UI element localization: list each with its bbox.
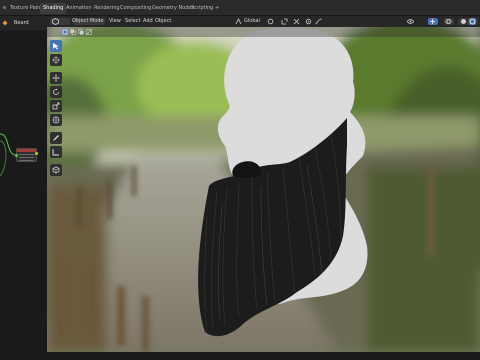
viewport-header: Object Mode View Select Add Object Globa…	[47, 16, 480, 27]
shader-editor-panel: Beard	[0, 16, 47, 360]
node-wire	[0, 133, 17, 177]
pivot-point-icon[interactable]	[267, 18, 274, 25]
node-header	[17, 149, 36, 152]
snap-target-icon[interactable]	[293, 18, 300, 25]
tool-measure[interactable]	[50, 146, 62, 158]
transform-orientation-label[interactable]: Global	[244, 16, 260, 27]
tool-cursor[interactable]	[50, 54, 62, 66]
menu-view[interactable]: View	[109, 16, 121, 27]
3d-viewport[interactable]: Object Mode View Select Add Object Globa…	[47, 16, 480, 352]
add-workspace-button[interactable]: +	[212, 3, 222, 14]
selection-mode-extend-icon[interactable]	[70, 29, 76, 35]
tool-rotate[interactable]	[50, 86, 62, 98]
tool-scale[interactable]	[50, 100, 62, 112]
orientation-icon	[235, 18, 242, 25]
menu-object[interactable]: Object	[155, 16, 171, 27]
scale-icon	[52, 102, 60, 110]
node-row	[19, 160, 34, 161]
tool-shelf	[50, 40, 62, 178]
snap-icon[interactable]	[281, 18, 288, 25]
material-preview-icon[interactable]	[469, 18, 476, 25]
workspace-tab-bar: e Texture Paint Shading Animation Render…	[0, 0, 480, 16]
tool-transform[interactable]	[50, 114, 62, 126]
3d-cursor-icon	[52, 56, 60, 64]
select-cursor-icon	[53, 43, 59, 50]
tool-annotate[interactable]	[50, 132, 62, 144]
tab-animation[interactable]: Animation	[63, 3, 95, 14]
move-arrows-icon	[52, 74, 60, 82]
pencil-icon	[53, 135, 59, 141]
menu-add[interactable]: Add	[143, 16, 153, 27]
tool-move[interactable]	[50, 72, 62, 84]
viewport-subheader	[47, 27, 480, 37]
mode-label: Object Mode	[72, 18, 104, 24]
node-input-socket[interactable]	[15, 154, 18, 157]
node-row	[19, 157, 34, 158]
viewport-scene	[47, 16, 480, 352]
tool-add-cube[interactable]	[50, 164, 62, 176]
falloff-icon[interactable]	[315, 18, 322, 25]
selection-mode-invert-icon[interactable]	[86, 29, 92, 35]
add-cube-icon	[52, 166, 60, 174]
menu-select[interactable]: Select	[125, 16, 140, 27]
rotate-icon	[53, 88, 59, 95]
visibility-icon[interactable]	[407, 18, 414, 25]
node-row	[19, 154, 34, 155]
transform-icon	[52, 116, 60, 124]
cube-icon	[52, 18, 59, 25]
node-output-socket[interactable]	[35, 152, 38, 155]
ruler-icon	[52, 149, 59, 156]
selection-mode-subtract-icon[interactable]	[78, 29, 84, 35]
proportional-editing-icon[interactable]	[305, 18, 312, 25]
viewport-bottom-edge	[47, 352, 480, 360]
overlay-icon	[445, 19, 452, 24]
principled-hair-node[interactable]	[15, 148, 38, 162]
tool-select-box[interactable]	[50, 40, 62, 52]
solid-shading-icon[interactable]	[460, 18, 467, 25]
selection-mode-new-icon[interactable]	[62, 29, 68, 35]
gizmo-icon	[430, 19, 435, 24]
blender-window: e Texture Paint Shading Animation Render…	[0, 0, 480, 360]
